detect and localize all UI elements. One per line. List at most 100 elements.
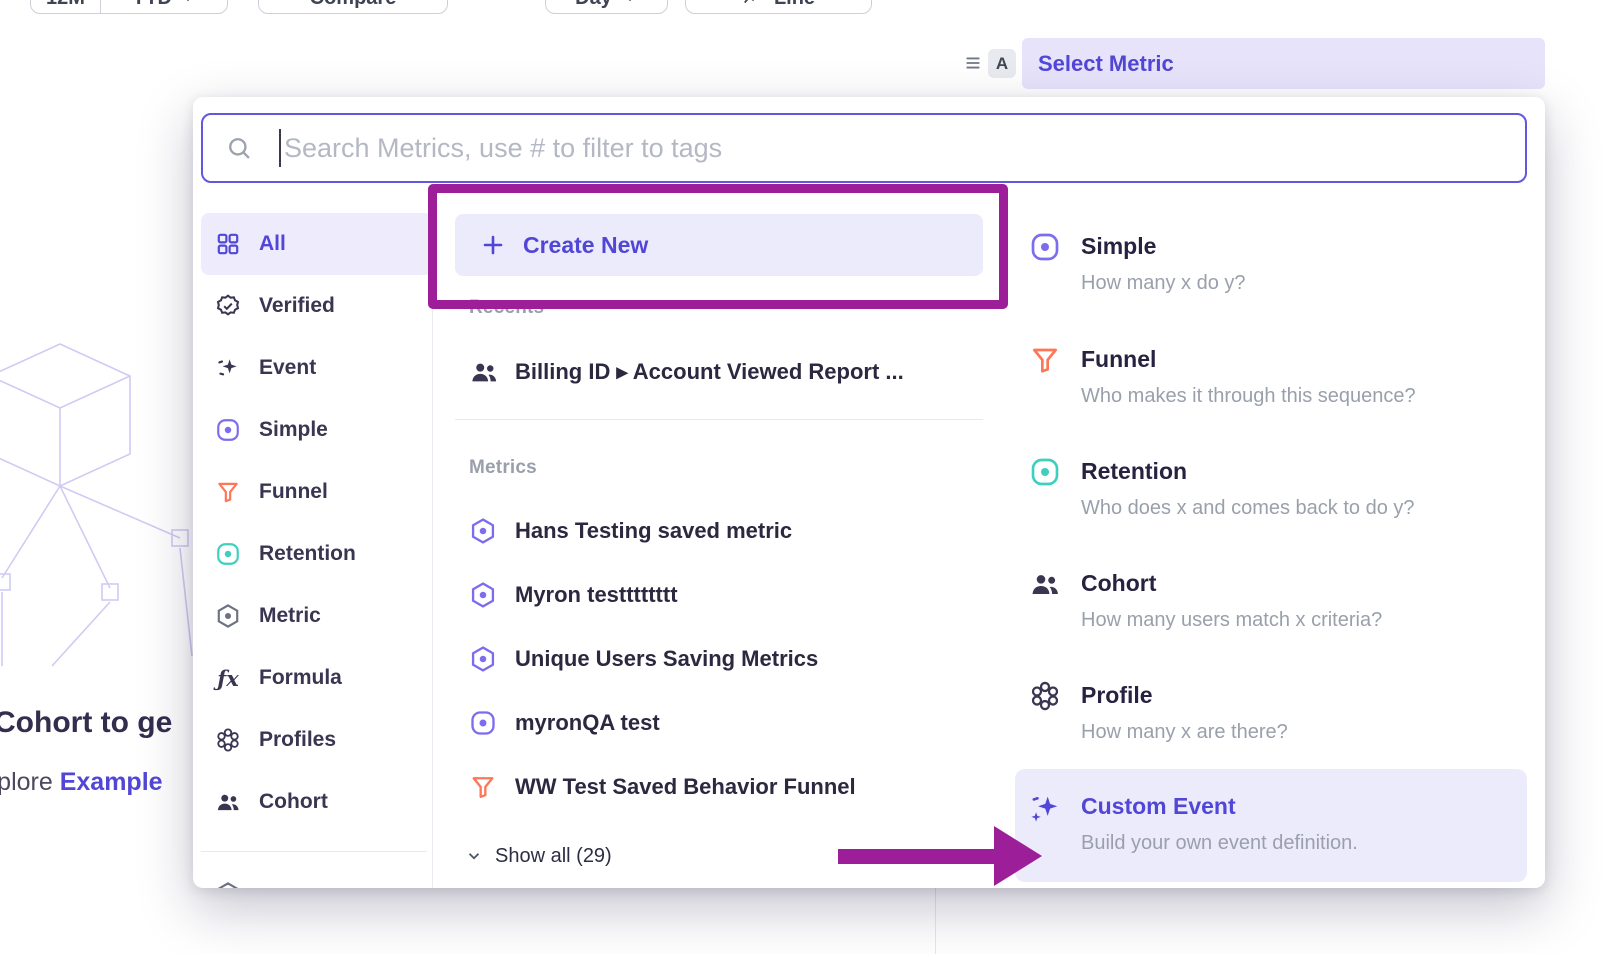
list-item[interactable]: myronQA test bbox=[455, 691, 983, 755]
list-item-label: Unique Users Saving Metrics bbox=[515, 646, 818, 672]
type-desc: How many x do y? bbox=[1081, 270, 1527, 296]
type-title: Profile bbox=[1081, 679, 1527, 711]
annotation-arrow-shaft bbox=[838, 849, 994, 864]
compare-button[interactable]: Compare bbox=[258, 0, 448, 14]
sidebar-item-all[interactable]: All bbox=[201, 213, 432, 275]
sidebar-item-label: Metric bbox=[259, 604, 321, 628]
empty-state-title: Cohort to ge bbox=[0, 706, 172, 740]
list-item[interactable]: Unique Users Saving Metrics bbox=[455, 627, 983, 691]
search-input[interactable] bbox=[284, 133, 1525, 164]
type-funnel[interactable]: Funnel Who makes it through this sequenc… bbox=[1015, 343, 1527, 409]
sidebar-item-label: Cohort bbox=[259, 790, 328, 814]
compare-label: Compare bbox=[310, 0, 397, 10]
sidebar-item-label: Verified bbox=[259, 294, 335, 318]
sidebar-item-formula[interactable]: ƒx Formula bbox=[201, 647, 432, 709]
example-reports-link[interactable]: Example bbox=[60, 768, 163, 796]
sidebar-item-simple[interactable]: Simple bbox=[201, 399, 432, 461]
type-desc: Who makes it through this sequence? bbox=[1081, 383, 1527, 409]
day-label: Day bbox=[575, 0, 612, 10]
retention-squircle-icon bbox=[1029, 456, 1061, 488]
date-range-group: 12M YTD bbox=[30, 0, 228, 14]
profiles-flower-icon bbox=[215, 727, 241, 753]
sidebar-item-label: Simple bbox=[259, 418, 328, 442]
type-profile[interactable]: Profile How many x are there? bbox=[1015, 679, 1527, 745]
metric-hexagon-icon bbox=[469, 645, 497, 673]
grid-icon bbox=[215, 231, 241, 257]
drag-handle-icon[interactable] bbox=[962, 52, 984, 74]
type-title: Cohort bbox=[1081, 567, 1527, 599]
explore-text: Explore bbox=[0, 768, 53, 796]
simple-squircle-icon bbox=[1029, 231, 1061, 263]
cohort-people-icon bbox=[215, 789, 241, 815]
recent-item[interactable]: Billing ID ▸ Account Viewed Report ... bbox=[455, 349, 983, 395]
metric-hexagon-icon bbox=[469, 581, 497, 609]
range-ytd-label: YTD bbox=[132, 0, 172, 10]
cohort-people-icon bbox=[1029, 568, 1061, 600]
search-box[interactable] bbox=[201, 113, 1527, 183]
page: 12M YTD Compare Day Line A Select Metric… bbox=[0, 0, 1616, 954]
type-retention[interactable]: Retention Who does x and comes back to d… bbox=[1015, 455, 1527, 521]
custom-event-spark-icon bbox=[1029, 792, 1061, 824]
list-item-label: myronQA test bbox=[515, 710, 660, 736]
simple-squircle-icon bbox=[215, 417, 241, 443]
sidebar-item-metric[interactable]: Metric bbox=[201, 585, 432, 647]
profiles-flower-icon bbox=[1029, 680, 1061, 712]
event-spark-icon bbox=[215, 355, 241, 381]
retention-squircle-icon bbox=[215, 541, 241, 567]
chart-type-line-button[interactable]: Line bbox=[685, 0, 872, 14]
type-desc: How many users match x criteria? bbox=[1081, 607, 1527, 633]
sidebar-item-cohort[interactable]: Cohort bbox=[201, 771, 432, 833]
funnel-icon bbox=[215, 479, 241, 505]
type-desc: How many x are there? bbox=[1081, 719, 1527, 745]
type-title: Funnel bbox=[1081, 343, 1527, 375]
category-sidebar: All Verified Event Simple Funnel Retenti… bbox=[201, 213, 432, 833]
panel-divider bbox=[935, 884, 936, 954]
funnel-icon bbox=[1029, 344, 1061, 376]
type-title: Simple bbox=[1081, 230, 1527, 262]
chevron-down-icon bbox=[622, 0, 638, 6]
sidebar-item-partial[interactable] bbox=[201, 863, 241, 888]
sidebar-item-retention[interactable]: Retention bbox=[201, 523, 432, 585]
show-all-label: Show all (29) bbox=[495, 845, 612, 868]
sidebar-divider bbox=[201, 851, 427, 852]
recent-item-label: Billing ID ▸ Account Viewed Report ... bbox=[515, 359, 904, 385]
range-12m-button[interactable]: 12M bbox=[31, 0, 101, 13]
metrics-header: Metrics bbox=[469, 457, 537, 479]
annotation-rectangle bbox=[428, 184, 1008, 309]
type-title: Retention bbox=[1081, 455, 1527, 487]
type-custom-event[interactable]: Custom Event Build your own event defini… bbox=[1015, 769, 1527, 882]
sidebar-item-label: Profiles bbox=[259, 728, 336, 752]
list-item[interactable]: Hans Testing saved metric bbox=[455, 499, 983, 563]
show-all-button[interactable]: Show all (29) bbox=[465, 841, 612, 871]
cohort-people-icon bbox=[469, 357, 499, 387]
list-item-label: WW Test Saved Behavior Funnel bbox=[515, 774, 856, 800]
sidebar-item-label: Retention bbox=[259, 542, 356, 566]
type-desc: Build your own event definition. bbox=[1081, 830, 1527, 856]
sidebar-item-profiles[interactable]: Profiles bbox=[201, 709, 432, 771]
text-cursor bbox=[279, 129, 281, 167]
list-item[interactable]: WW Test Saved Behavior Funnel bbox=[455, 755, 983, 819]
search-icon bbox=[225, 134, 253, 162]
type-cohort[interactable]: Cohort How many users match x criteria? bbox=[1015, 567, 1527, 633]
range-12m-label: 12M bbox=[46, 0, 85, 10]
decorative-wireframe bbox=[0, 330, 210, 676]
section-divider bbox=[455, 419, 983, 420]
type-simple[interactable]: Simple How many x do y? bbox=[1015, 230, 1527, 296]
range-ytd-button[interactable]: YTD bbox=[101, 0, 227, 13]
sidebar-item-verified[interactable]: Verified bbox=[201, 275, 432, 337]
verified-badge-icon bbox=[215, 293, 241, 319]
metric-hexagon-icon bbox=[215, 881, 241, 888]
type-title: Custom Event bbox=[1081, 790, 1527, 822]
metric-hexagon-icon bbox=[215, 603, 241, 629]
series-a-badge: A bbox=[988, 49, 1016, 78]
annotation-arrow-head bbox=[994, 826, 1042, 886]
sidebar-item-funnel[interactable]: Funnel bbox=[201, 461, 432, 523]
simple-squircle-icon bbox=[469, 709, 497, 737]
list-item[interactable]: Myron testttttttt bbox=[455, 563, 983, 627]
granularity-day-button[interactable]: Day bbox=[545, 0, 668, 14]
sidebar-item-event[interactable]: Event bbox=[201, 337, 432, 399]
sidebar-item-label: Formula bbox=[259, 666, 342, 690]
sidebar-item-label: Funnel bbox=[259, 480, 328, 504]
line-chart-icon bbox=[742, 0, 764, 9]
select-metric-button[interactable]: Select Metric bbox=[1022, 38, 1545, 89]
